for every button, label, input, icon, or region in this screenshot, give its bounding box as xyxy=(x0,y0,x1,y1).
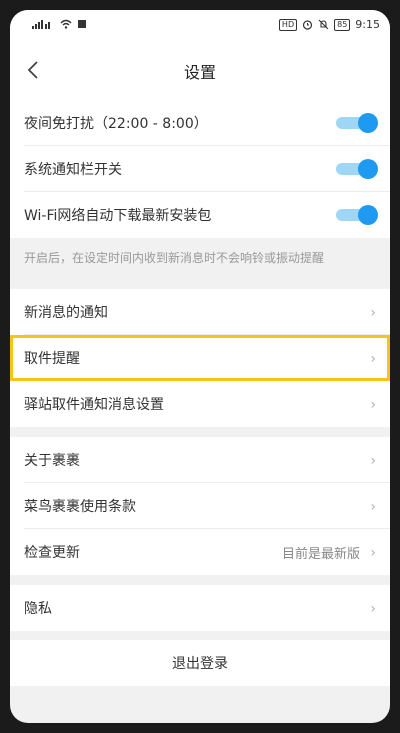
notification-bar-toggle[interactable] xyxy=(332,159,378,179)
menu-item-terms[interactable]: 菜鸟裹裹使用条款 › xyxy=(10,483,390,529)
toggle-row-dnd: 夜间免打扰（22:00 - 8:00） xyxy=(10,100,390,146)
menu-item-label: 隐私 xyxy=(24,601,52,617)
menu-item-check-update[interactable]: 检查更新 目前是最新版 › xyxy=(10,529,390,575)
battery-indicator: 85 xyxy=(334,18,351,31)
wifi-icon xyxy=(60,19,72,29)
chevron-right-icon: › xyxy=(370,397,376,413)
alarm-icon xyxy=(303,20,313,30)
note-text: 开启后，在设定时间内收到新消息时不会响铃或振动提醒 xyxy=(24,251,325,265)
app-notification-icon xyxy=(78,20,86,28)
header-bar: 设置 xyxy=(10,40,390,100)
toggle-knob xyxy=(358,205,378,225)
page-title: 设置 xyxy=(183,63,216,82)
toggle-knob xyxy=(358,113,378,133)
dnd-note: 开启后，在设定时间内收到新消息时不会响铃或振动提醒 xyxy=(10,242,390,282)
menu-item-label: 驿站取件通知消息设置 xyxy=(24,397,164,413)
signal-icon xyxy=(32,20,50,29)
status-right-icons: HD 85 9:15 xyxy=(278,18,380,31)
chevron-right-icon: › xyxy=(370,601,376,617)
menu-item-label: 菜鸟裹裹使用条款 xyxy=(24,499,136,515)
toggle-row-wifi-download: Wi-Fi网络自动下载最新安装包 xyxy=(10,192,390,238)
hd-badge: HD xyxy=(278,18,298,31)
clock: 9:15 xyxy=(355,18,380,31)
chevron-right-icon: › xyxy=(370,305,376,321)
logout-label: 退出登录 xyxy=(172,656,228,672)
toggle-knob xyxy=(358,159,378,179)
chevron-right-icon: › xyxy=(370,545,376,561)
status-bar: HD 85 9:15 xyxy=(10,10,390,40)
toggle-label: Wi-Fi网络自动下载最新安装包 xyxy=(24,208,212,224)
chevron-right-icon: › xyxy=(370,351,376,367)
menu-item-station-pickup-settings[interactable]: 驿站取件通知消息设置 › xyxy=(10,381,390,427)
logout-button[interactable]: 退出登录 xyxy=(10,640,390,686)
toggle-label: 系统通知栏开关 xyxy=(24,162,122,178)
menu-item-privacy[interactable]: 隐私 › xyxy=(10,585,390,631)
menu-item-pickup-reminder[interactable]: 取件提醒 › xyxy=(10,335,390,381)
menu-item-label: 关于裹裹 xyxy=(24,453,80,469)
menu-item-label: 取件提醒 xyxy=(24,351,80,367)
chevron-right-icon: › xyxy=(370,453,376,469)
menu-item-about[interactable]: 关于裹裹 › xyxy=(10,437,390,483)
update-status: 目前是最新版 xyxy=(281,547,360,562)
chevron-right-icon: › xyxy=(370,499,376,515)
dnd-toggle[interactable] xyxy=(332,113,378,133)
toggle-row-notification-bar: 系统通知栏开关 xyxy=(10,146,390,192)
toggle-label: 夜间免打扰（22:00 - 8:00） xyxy=(24,116,208,132)
menu-item-label: 新消息的通知 xyxy=(24,305,108,321)
menu-item-label: 检查更新 xyxy=(24,545,80,561)
wifi-download-toggle[interactable] xyxy=(332,205,378,225)
menu-item-new-message-notify[interactable]: 新消息的通知 › xyxy=(10,289,390,335)
mute-bell-icon xyxy=(318,19,329,30)
status-left-icons xyxy=(32,19,86,29)
phone-screen: HD 85 9:15 设置 夜间免打扰（22:00 - 8:00） 系统通知栏开… xyxy=(10,10,390,723)
